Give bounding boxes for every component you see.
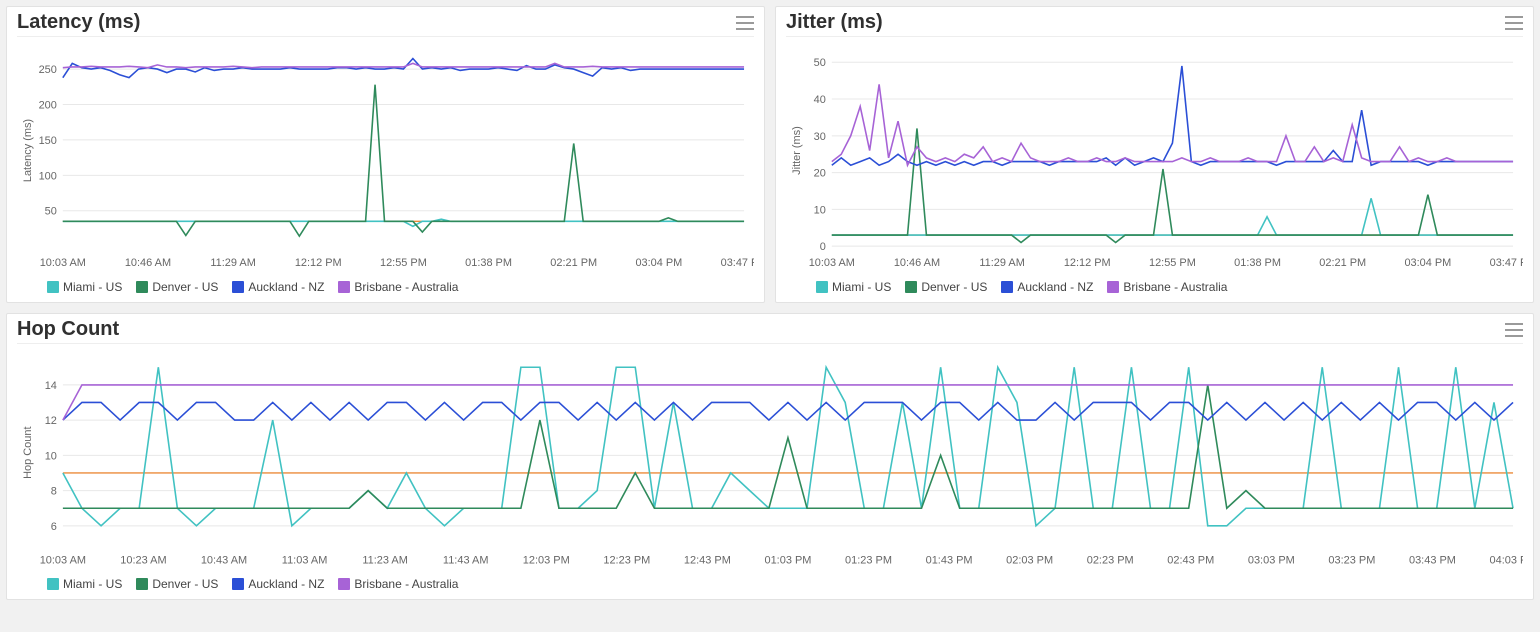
legend-label: Auckland - NZ: [248, 577, 324, 591]
hop-title: Hop Count: [17, 318, 119, 341]
svg-text:20: 20: [814, 168, 826, 180]
svg-text:03:03 PM: 03:03 PM: [1248, 554, 1295, 566]
svg-text:250: 250: [39, 64, 57, 76]
legend-label: Miami - US: [832, 280, 891, 294]
svg-text:02:03 PM: 02:03 PM: [1006, 554, 1053, 566]
svg-text:12:43 PM: 12:43 PM: [684, 554, 731, 566]
svg-text:11:29 AM: 11:29 AM: [210, 257, 255, 269]
hop-legend: Miami - US Denver - US Auckland - NZ Brisba…: [17, 573, 1523, 591]
legend-label: Auckland - NZ: [1017, 280, 1093, 294]
svg-text:12:03 PM: 12:03 PM: [523, 554, 570, 566]
svg-text:03:04 PM: 03:04 PM: [1404, 257, 1451, 269]
svg-text:12: 12: [45, 415, 57, 427]
svg-text:50: 50: [814, 57, 826, 69]
svg-text:50: 50: [45, 206, 57, 218]
svg-text:10:23 AM: 10:23 AM: [120, 554, 166, 566]
svg-text:03:04 PM: 03:04 PM: [635, 257, 682, 269]
legend-item-auckland[interactable]: Auckland - NZ: [232, 280, 324, 294]
jitter-panel: Jitter (ms) 0 10 20 30 40 50 10:03 AM 10:46 AM 1…: [775, 6, 1534, 303]
svg-text:30: 30: [814, 131, 826, 143]
svg-text:01:38 PM: 01:38 PM: [465, 257, 512, 269]
latency-title: Latency (ms): [17, 11, 140, 34]
legend-label: Brisbane - Australia: [1123, 280, 1227, 294]
svg-text:01:03 PM: 01:03 PM: [764, 554, 811, 566]
svg-text:10:03 AM: 10:03 AM: [40, 554, 86, 566]
legend-item-brisbane[interactable]: Brisbane - Australia: [338, 280, 458, 294]
legend-item-denver[interactable]: Denver - US: [136, 577, 218, 591]
legend-label: Brisbane - Australia: [354, 280, 458, 294]
svg-text:Jitter (ms): Jitter (ms): [791, 126, 803, 175]
svg-text:02:23 PM: 02:23 PM: [1087, 554, 1134, 566]
svg-text:04:03 PM: 04:03 PM: [1490, 554, 1523, 566]
svg-text:12:23 PM: 12:23 PM: [603, 554, 650, 566]
svg-text:01:43 PM: 01:43 PM: [926, 554, 973, 566]
svg-text:01:23 PM: 01:23 PM: [845, 554, 892, 566]
legend-item-auckland[interactable]: Auckland - NZ: [1001, 280, 1093, 294]
svg-text:200: 200: [39, 99, 57, 111]
svg-text:10:46 AM: 10:46 AM: [125, 257, 171, 269]
svg-text:100: 100: [39, 170, 57, 182]
svg-text:12:55 PM: 12:55 PM: [1149, 257, 1196, 269]
svg-text:03:43 PM: 03:43 PM: [1409, 554, 1456, 566]
svg-text:10:03 AM: 10:03 AM: [40, 257, 86, 269]
legend-item-auckland[interactable]: Auckland - NZ: [232, 577, 324, 591]
svg-text:10: 10: [45, 450, 57, 462]
svg-text:14: 14: [45, 380, 57, 392]
legend-item-denver[interactable]: Denver - US: [136, 280, 218, 294]
svg-text:11:43 AM: 11:43 AM: [443, 554, 489, 566]
legend-item-brisbane[interactable]: Brisbane - Australia: [338, 577, 458, 591]
svg-text:02:21 PM: 02:21 PM: [1319, 257, 1366, 269]
menu-icon[interactable]: [736, 16, 754, 30]
legend-item-miami[interactable]: Miami - US: [47, 577, 122, 591]
svg-text:03:47 PM: 03:47 PM: [721, 257, 754, 269]
legend-item-miami[interactable]: Miami - US: [47, 280, 122, 294]
svg-text:02:43 PM: 02:43 PM: [1167, 554, 1214, 566]
legend-label: Denver - US: [152, 577, 218, 591]
svg-text:11:03 AM: 11:03 AM: [282, 554, 328, 566]
svg-text:10:46 AM: 10:46 AM: [894, 257, 940, 269]
svg-text:6: 6: [51, 521, 57, 533]
jitter-title: Jitter (ms): [786, 11, 883, 34]
menu-icon[interactable]: [1505, 16, 1523, 30]
svg-text:01:38 PM: 01:38 PM: [1234, 257, 1281, 269]
menu-icon[interactable]: [1505, 323, 1523, 337]
svg-text:40: 40: [814, 94, 826, 106]
svg-text:10: 10: [814, 204, 826, 216]
hop-panel: Hop Count 6 8 10 12 14 10:03 AM 10:23 AM 10:43 …: [6, 313, 1534, 600]
latency-panel: Latency (ms) 50 100 150 200 250 10:03 AM 10:46…: [6, 6, 765, 303]
svg-text:0: 0: [820, 241, 826, 253]
legend-item-miami[interactable]: Miami - US: [816, 280, 891, 294]
svg-text:10:43 AM: 10:43 AM: [201, 554, 247, 566]
svg-text:12:12 PM: 12:12 PM: [1064, 257, 1111, 269]
legend-label: Brisbane - Australia: [354, 577, 458, 591]
svg-text:Latency (ms): Latency (ms): [22, 119, 34, 182]
legend-item-brisbane[interactable]: Brisbane - Australia: [1107, 280, 1227, 294]
svg-text:10:03 AM: 10:03 AM: [809, 257, 855, 269]
svg-text:12:12 PM: 12:12 PM: [295, 257, 342, 269]
legend-label: Auckland - NZ: [248, 280, 324, 294]
svg-text:12:55 PM: 12:55 PM: [380, 257, 427, 269]
latency-legend: Miami - US Denver - US Auckland - NZ Brisba…: [17, 276, 754, 294]
jitter-chart: 0 10 20 30 40 50 10:03 AM 10:46 AM 11:29 AM 12:12…: [786, 37, 1523, 276]
svg-text:03:23 PM: 03:23 PM: [1328, 554, 1375, 566]
svg-text:150: 150: [39, 135, 57, 147]
svg-text:8: 8: [51, 486, 57, 498]
legend-item-denver[interactable]: Denver - US: [905, 280, 987, 294]
hop-chart: 6 8 10 12 14 10:03 AM 10:23 AM 10:43 AM 11:03 AM…: [17, 344, 1523, 573]
latency-chart: 50 100 150 200 250 10:03 AM 10:46 AM 11:29 AM 12…: [17, 37, 754, 276]
jitter-legend: Miami - US Denver - US Auckland - NZ Brisba…: [786, 276, 1523, 294]
svg-text:Hop Count: Hop Count: [22, 427, 34, 479]
legend-label: Denver - US: [152, 280, 218, 294]
legend-label: Miami - US: [63, 577, 122, 591]
legend-label: Denver - US: [921, 280, 987, 294]
svg-text:11:23 AM: 11:23 AM: [362, 554, 408, 566]
legend-label: Miami - US: [63, 280, 122, 294]
svg-text:02:21 PM: 02:21 PM: [550, 257, 597, 269]
svg-text:03:47 PM: 03:47 PM: [1490, 257, 1523, 269]
svg-text:11:29 AM: 11:29 AM: [979, 257, 1024, 269]
